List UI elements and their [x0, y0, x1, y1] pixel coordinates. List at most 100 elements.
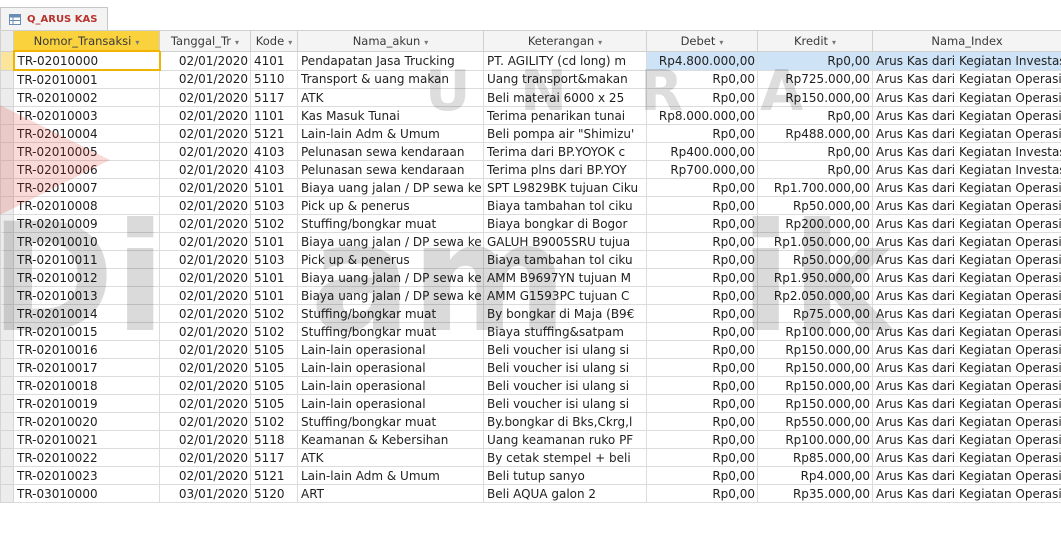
cell-nama-akun[interactable]: ART [297, 484, 484, 503]
cell-debet[interactable]: Rp0,00 [646, 394, 758, 413]
cell-kredit[interactable]: Rp4.000,00 [757, 466, 873, 485]
query-tab[interactable]: Q_ARUS KAS [0, 7, 108, 30]
cell-kode[interactable]: 5110 [250, 69, 298, 89]
cell-tanggal[interactable]: 02/01/2020 [159, 232, 251, 251]
cell-keterangan[interactable]: Terima dari BP.YOYOK c [483, 142, 647, 161]
cell-kredit[interactable]: Rp100.000,00 [757, 430, 873, 449]
cell-keterangan[interactable]: Beli materai 6000 x 25 [483, 88, 647, 107]
cell-nomor-transaksi[interactable]: TR-02010015 [13, 322, 160, 341]
cell-kredit[interactable]: Rp200.000,00 [757, 214, 873, 233]
cell-nama-akun[interactable]: Keamanan & Kebersihan [297, 430, 484, 449]
table-row[interactable]: TR-02010011 02/01/2020 5103 Pick up & pener… [0, 250, 1061, 269]
cell-keterangan[interactable]: PT. AGILITY (cd long) m [483, 50, 647, 71]
cell-nama-akun[interactable]: Lain-lain Adm & Umum [297, 124, 484, 143]
cell-debet[interactable]: Rp0,00 [646, 412, 758, 431]
cell-nomor-transaksi[interactable]: TR-02010009 [13, 214, 160, 233]
row-selector[interactable] [0, 106, 14, 125]
cell-nomor-transaksi[interactable]: TR-02010018 [13, 376, 160, 395]
table-row[interactable]: TR-02010018 02/01/2020 5105 Lain-lain opera… [0, 376, 1061, 395]
cell-nama-index[interactable]: Arus Kas dari Kegiatan Operasinal [872, 376, 1061, 395]
table-row[interactable]: TR-02010006 02/01/2020 4103 Pelunasan sewa … [0, 160, 1061, 179]
column-filter-arrow-icon[interactable]: ▾ [135, 38, 139, 47]
cell-keterangan[interactable]: Terima plns dari BP.YOY [483, 160, 647, 179]
cell-kredit[interactable]: Rp50.000,00 [757, 250, 873, 269]
row-selector[interactable] [0, 304, 14, 323]
cell-nomor-transaksi[interactable]: TR-02010013 [13, 286, 160, 305]
column-header-nama-akun[interactable]: Nama_akun ▾ [297, 30, 484, 52]
cell-nama-index[interactable]: Arus Kas dari Kegiatan Operasinal [872, 232, 1061, 251]
cell-tanggal[interactable]: 02/01/2020 [159, 106, 251, 125]
table-row[interactable]: TR-02010013 02/01/2020 5101 Biaya uang jala… [0, 286, 1061, 305]
cell-kode[interactable]: 5103 [250, 196, 298, 215]
cell-kredit[interactable]: Rp550.000,00 [757, 412, 873, 431]
cell-kode[interactable]: 5103 [250, 250, 298, 269]
cell-keterangan[interactable]: Beli AQUA galon 2 [483, 484, 647, 503]
row-selector[interactable] [0, 214, 14, 233]
row-selector[interactable] [0, 484, 14, 503]
cell-nomor-transaksi[interactable]: TR-02010011 [13, 250, 160, 269]
cell-tanggal[interactable]: 02/01/2020 [159, 304, 251, 323]
cell-kode[interactable]: 5121 [250, 124, 298, 143]
cell-kredit[interactable]: Rp85.000,00 [757, 448, 873, 467]
row-selector[interactable] [0, 250, 14, 269]
cell-keterangan[interactable]: Biaya tambahan tol ciku [483, 196, 647, 215]
cell-kode[interactable]: 5118 [250, 430, 298, 449]
table-row[interactable]: TR-02010010 02/01/2020 5101 Biaya uang jala… [0, 232, 1061, 251]
cell-debet[interactable]: Rp0,00 [646, 448, 758, 467]
row-selector[interactable] [0, 142, 14, 161]
cell-debet[interactable]: Rp0,00 [646, 69, 758, 89]
cell-nama-akun[interactable]: Lain-lain operasional [297, 358, 484, 377]
cell-kode[interactable]: 5121 [250, 466, 298, 485]
cell-nama-akun[interactable]: Stuffing/bongkar muat [297, 304, 484, 323]
cell-nama-akun[interactable]: Lain-lain Adm & Umum [297, 466, 484, 485]
cell-kredit[interactable]: Rp150.000,00 [757, 358, 873, 377]
column-header-nama-index[interactable]: Nama_Index [872, 30, 1061, 52]
cell-tanggal[interactable]: 02/01/2020 [159, 196, 251, 215]
cell-nama-akun[interactable]: Stuffing/bongkar muat [297, 412, 484, 431]
cell-tanggal[interactable]: 02/01/2020 [159, 160, 251, 179]
table-row[interactable]: TR-02010012 02/01/2020 5101 Biaya uang jala… [0, 268, 1061, 287]
cell-nama-akun[interactable]: Biaya uang jalan / DP sewa ke [297, 232, 484, 251]
cell-debet[interactable]: Rp0,00 [646, 484, 758, 503]
cell-keterangan[interactable]: Beli tutup sanyo [483, 466, 647, 485]
cell-nama-akun[interactable]: Transport & uang makan [297, 69, 484, 89]
cell-kredit[interactable]: Rp35.000,00 [757, 484, 873, 503]
table-row[interactable]: TR-03010000 03/01/2020 5120 ART Beli AQUA ga… [0, 484, 1061, 503]
column-header-keterangan[interactable]: Keterangan ▾ [483, 30, 647, 52]
table-row[interactable]: TR-02010004 02/01/2020 5121 Lain-lain Adm &… [0, 124, 1061, 143]
cell-nomor-transaksi[interactable]: TR-02010022 [13, 448, 160, 467]
cell-tanggal[interactable]: 02/01/2020 [159, 340, 251, 359]
cell-kredit[interactable]: Rp150.000,00 [757, 394, 873, 413]
row-selector[interactable] [0, 340, 14, 359]
cell-nama-index[interactable]: Arus Kas dari Kegiatan Operasinal [872, 430, 1061, 449]
cell-kode[interactable]: 5120 [250, 484, 298, 503]
cell-keterangan[interactable]: By bongkar di Maja (B9€ [483, 304, 647, 323]
row-selector[interactable] [0, 430, 14, 449]
table-row[interactable]: TR-02010016 02/01/2020 5105 Lain-lain opera… [0, 340, 1061, 359]
cell-kredit[interactable]: Rp50.000,00 [757, 196, 873, 215]
table-row[interactable]: TR-02010014 02/01/2020 5102 Stuffing/bongka… [0, 304, 1061, 323]
cell-kredit[interactable]: Rp150.000,00 [757, 376, 873, 395]
cell-debet[interactable]: Rp0,00 [646, 124, 758, 143]
cell-debet[interactable]: Rp400.000,00 [646, 142, 758, 161]
row-selector[interactable] [0, 322, 14, 341]
cell-kode[interactable]: 5102 [250, 412, 298, 431]
cell-nomor-transaksi[interactable]: TR-02010004 [13, 124, 160, 143]
cell-nama-akun[interactable]: Lain-lain operasional [297, 340, 484, 359]
cell-keterangan[interactable]: Biaya stuffing&satpam [483, 322, 647, 341]
cell-debet[interactable]: Rp0,00 [646, 214, 758, 233]
cell-kredit[interactable]: Rp1.700.000,00 [757, 178, 873, 197]
table-row[interactable]: TR-02010007 02/01/2020 5101 Biaya uang jala… [0, 178, 1061, 197]
row-selector[interactable] [0, 286, 14, 305]
cell-tanggal[interactable]: 02/01/2020 [159, 88, 251, 107]
cell-kredit[interactable]: Rp1.050.000,00 [757, 232, 873, 251]
cell-keterangan[interactable]: Uang transport&makan [483, 69, 647, 89]
cell-debet[interactable]: Rp0,00 [646, 178, 758, 197]
cell-tanggal[interactable]: 02/01/2020 [159, 358, 251, 377]
cell-tanggal[interactable]: 03/01/2020 [159, 484, 251, 503]
cell-tanggal[interactable]: 02/01/2020 [159, 412, 251, 431]
column-filter-arrow-icon[interactable]: ▾ [235, 38, 239, 47]
table-row[interactable]: TR-02010005 02/01/2020 4103 Pelunasan sewa … [0, 142, 1061, 161]
cell-kode[interactable]: 5105 [250, 394, 298, 413]
cell-nama-akun[interactable]: Kas Masuk Tunai [297, 106, 484, 125]
